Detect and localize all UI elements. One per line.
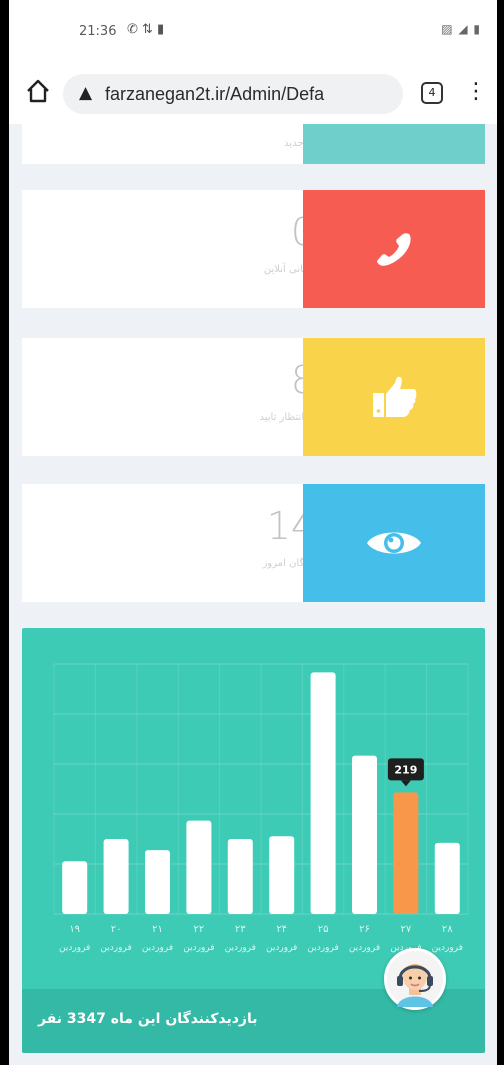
stat-tile: [303, 484, 485, 602]
stat-tile: [303, 124, 485, 164]
url-text: farzanegan2t.ir/Admin/Defa: [105, 84, 325, 104]
x-tick-label: فروردین: [183, 943, 214, 953]
x-tick-label: فروردین: [225, 943, 256, 953]
x-tick-label: فروردین: [59, 943, 90, 953]
x-tick-label: ۲۶: [359, 924, 370, 935]
x-tick-label: ۲۱: [152, 924, 163, 935]
thumbs-up-icon: [373, 376, 417, 417]
x-tick-label: ۱۹: [69, 924, 80, 935]
status-icons-right: ▨ ◢ ▮: [441, 22, 481, 36]
more-menu-icon[interactable]: ⋮: [465, 78, 487, 108]
x-tick-label: ۲۸: [442, 924, 453, 935]
stat-card-info: 145 بازدیدکنندگان امروز: [22, 484, 344, 602]
chart-bar[interactable]: [269, 836, 295, 914]
status-time: 21:36: [79, 24, 117, 39]
chart-bar[interactable]: [227, 839, 253, 914]
x-tick-label: فروردین: [142, 943, 173, 953]
chart-bar[interactable]: [434, 842, 460, 914]
x-tick-label: ۲۴: [276, 924, 287, 935]
stat-card-info: 0 پیام پشتیبانی آنلاین: [22, 190, 342, 308]
eye-icon: [367, 532, 421, 554]
monthly-visitors-chart: ۱۹ فروردین ۲۰ فروردین ۲۱ فروردین ۲۲ فروردین ۲۳ فر…: [22, 628, 485, 1053]
chart-bar[interactable]: [145, 850, 170, 914]
phone-icon: [377, 233, 411, 266]
stat-card-info: پیام جدید: [22, 124, 322, 164]
chart-tooltip-arrow: [400, 780, 411, 787]
x-tick-label: فروردین: [307, 943, 338, 953]
browser-toolbar: ▲ farzanegan2t.ir/Admin/Defa 4 ⋮: [9, 62, 497, 124]
status-icons-left: ✆ ⇅ ▮: [127, 22, 165, 37]
chart-bar[interactable]: [393, 792, 419, 914]
x-tick-label: ۲۷: [401, 924, 412, 935]
chart-bar[interactable]: [186, 820, 212, 914]
stat-card-pending-posts[interactable]: 8 مطلب در انتظار تایید: [22, 338, 485, 456]
support-avatar-icon[interactable]: [384, 948, 446, 1010]
x-tick-label: ۲۳: [235, 924, 246, 935]
monthly-visitors-summary: بازدیدکنندگان این ماه 3347 نفر: [38, 1011, 258, 1027]
x-tick-label: فروردین: [100, 943, 131, 953]
stat-card-today-visitors[interactable]: 145 بازدیدکنندگان امروز: [22, 484, 485, 602]
chart-bar[interactable]: [62, 861, 88, 914]
x-tick-label: فروردین: [349, 943, 380, 953]
chart-bar[interactable]: [310, 672, 336, 914]
chart-bar[interactable]: [103, 839, 129, 914]
chart-tooltip-value: 219: [394, 763, 417, 776]
x-tick-label: ۲۵: [318, 924, 329, 935]
status-bar: 21:36 ✆ ⇅ ▮ ▨ ◢ ▮: [9, 0, 497, 62]
x-tick-label: ۲۰: [111, 924, 122, 935]
x-tick-label: ۲۲: [194, 924, 205, 935]
warning-icon: ▲: [79, 83, 93, 103]
stat-tile: [303, 190, 485, 308]
stat-card-online-support[interactable]: 0 پیام پشتیبانی آنلاین: [22, 190, 485, 308]
x-tick-label: فروردین: [266, 943, 297, 953]
phone-screen: 21:36 ✆ ⇅ ▮ ▨ ◢ ▮ ▲ farzanegan2t.ir/Admi…: [9, 0, 497, 1065]
stat-card-info: 8 مطلب در انتظار تایید: [22, 338, 346, 456]
stat-tile: [303, 338, 485, 456]
tab-switcher-button[interactable]: 4: [421, 82, 443, 104]
home-icon[interactable]: [23, 76, 53, 106]
bar-chart: ۱۹ فروردین ۲۰ فروردین ۲۱ فروردین ۲۲ فروردین ۲۳ فر…: [53, 663, 469, 953]
stat-card-new-messages[interactable]: پیام جدید: [22, 124, 485, 164]
chart-bar[interactable]: [352, 755, 377, 914]
address-bar[interactable]: ▲ farzanegan2t.ir/Admin/Defa: [63, 74, 403, 114]
